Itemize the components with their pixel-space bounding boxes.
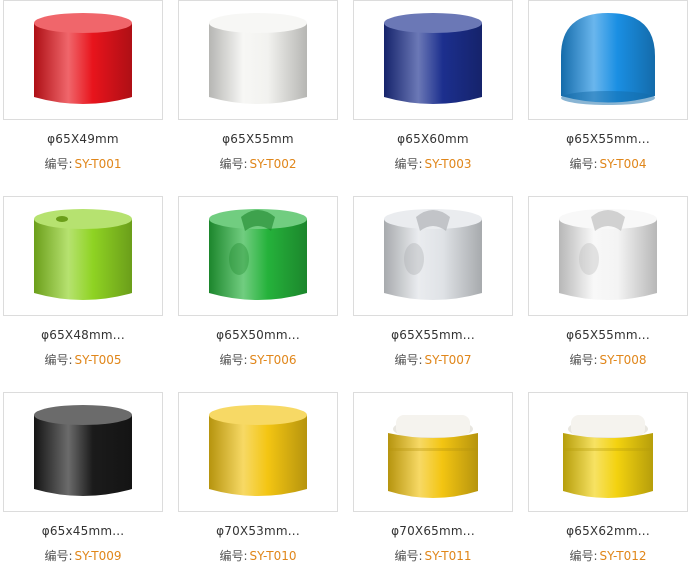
product-image[interactable] — [3, 392, 163, 512]
product-image[interactable] — [178, 196, 338, 316]
product-name[interactable]: φ65x45mm... — [3, 524, 163, 538]
product-image[interactable] — [3, 196, 163, 316]
spray-cap-image — [209, 209, 307, 300]
product-image[interactable] — [353, 196, 513, 316]
code-label: 编号: — [44, 157, 73, 171]
product-name[interactable]: φ65X50mm... — [178, 328, 338, 342]
code-value[interactable]: SY-T009 — [75, 549, 122, 563]
spray-cap-image — [563, 415, 653, 498]
code-value[interactable]: SY-T007 — [425, 353, 472, 367]
spray-cap-image — [34, 209, 132, 300]
code-value[interactable]: SY-T008 — [600, 353, 647, 367]
product-image[interactable] — [528, 392, 688, 512]
product-card[interactable]: φ65X48mm... 编号: SY-T005 — [3, 196, 163, 374]
spray-cap-image — [559, 209, 657, 300]
product-image[interactable] — [353, 0, 513, 120]
product-name[interactable]: φ65X55mm... — [528, 328, 688, 342]
code-label: 编号: — [569, 549, 598, 563]
product-card[interactable]: φ70X65mm... 编号: SY-T011 — [353, 392, 513, 570]
code-label: 编号: — [219, 157, 248, 171]
spray-cap-image — [209, 405, 307, 496]
spray-cap-image — [561, 13, 655, 105]
code-label: 编号: — [219, 549, 248, 563]
product-image[interactable] — [353, 392, 513, 512]
code-label: 编号: — [394, 549, 423, 563]
product-card[interactable]: φ70X53mm... 编号: SY-T010 — [178, 392, 338, 570]
code-label: 编号: — [219, 353, 248, 367]
code-label: 编号: — [44, 353, 73, 367]
code-label: 编号: — [44, 549, 73, 563]
code-label: 编号: — [394, 157, 423, 171]
product-code: 编号: SY-T012 — [528, 547, 688, 564]
product-code: 编号: SY-T010 — [178, 547, 338, 564]
product-code: 编号: SY-T011 — [353, 547, 513, 564]
spray-cap-image — [209, 13, 307, 104]
product-code: 编号: SY-T005 — [3, 351, 163, 368]
product-card[interactable]: φ65x45mm... 编号: SY-T009 — [3, 392, 163, 570]
product-image[interactable] — [528, 196, 688, 316]
product-code: 编号: SY-T009 — [3, 547, 163, 564]
code-label: 编号: — [569, 157, 598, 171]
product-code: 编号: SY-T002 — [178, 155, 338, 172]
code-value[interactable]: SY-T001 — [75, 157, 122, 171]
product-name[interactable]: φ65X49mm — [3, 132, 163, 146]
product-name[interactable]: φ70X53mm... — [178, 524, 338, 538]
product-name[interactable]: φ65X55mm... — [353, 328, 513, 342]
spray-cap-image — [388, 415, 478, 498]
product-card[interactable]: φ65X49mm 编号: SY-T001 — [3, 0, 163, 178]
product-card[interactable]: φ65X55mm... 编号: SY-T007 — [353, 196, 513, 374]
product-card[interactable]: φ65X50mm... 编号: SY-T006 — [178, 196, 338, 374]
code-label: 编号: — [394, 353, 423, 367]
code-value[interactable]: SY-T005 — [75, 353, 122, 367]
product-code: 编号: SY-T004 — [528, 155, 688, 172]
product-name[interactable]: φ70X65mm... — [353, 524, 513, 538]
code-value[interactable]: SY-T010 — [250, 549, 297, 563]
spray-cap-image — [384, 13, 482, 104]
code-value[interactable]: SY-T004 — [600, 157, 647, 171]
product-card[interactable]: φ65X62mm... 编号: SY-T012 — [528, 392, 688, 570]
code-value[interactable]: SY-T003 — [425, 157, 472, 171]
product-code: 编号: SY-T008 — [528, 351, 688, 368]
code-value[interactable]: SY-T002 — [250, 157, 297, 171]
spray-cap-image — [384, 209, 482, 300]
spray-cap-image — [34, 405, 132, 496]
product-code: 编号: SY-T006 — [178, 351, 338, 368]
product-code: 编号: SY-T003 — [353, 155, 513, 172]
code-label: 编号: — [569, 353, 598, 367]
product-image[interactable] — [178, 392, 338, 512]
product-name[interactable]: φ65X55mm... — [528, 132, 688, 146]
spray-cap-image — [34, 13, 132, 104]
product-name[interactable]: φ65X55mm — [178, 132, 338, 146]
product-image[interactable] — [528, 0, 688, 120]
product-name[interactable]: φ65X62mm... — [528, 524, 688, 538]
product-code: 编号: SY-T007 — [353, 351, 513, 368]
product-image[interactable] — [3, 0, 163, 120]
product-name[interactable]: φ65X60mm — [353, 132, 513, 146]
product-name[interactable]: φ65X48mm... — [3, 328, 163, 342]
code-value[interactable]: SY-T011 — [425, 549, 472, 563]
code-value[interactable]: SY-T012 — [600, 549, 647, 563]
code-value[interactable]: SY-T006 — [250, 353, 297, 367]
product-grid: φ65X49mm 编号: SY-T001 φ65X55mm 编号: SY-T002 … — [0, 0, 691, 573]
product-image[interactable] — [178, 0, 338, 120]
product-card[interactable]: φ65X55mm... 编号: SY-T004 — [528, 0, 688, 178]
product-card[interactable]: φ65X60mm 编号: SY-T003 — [353, 0, 513, 178]
product-code: 编号: SY-T001 — [3, 155, 163, 172]
product-card[interactable]: φ65X55mm... 编号: SY-T008 — [528, 196, 688, 374]
product-card[interactable]: φ65X55mm 编号: SY-T002 — [178, 0, 338, 178]
